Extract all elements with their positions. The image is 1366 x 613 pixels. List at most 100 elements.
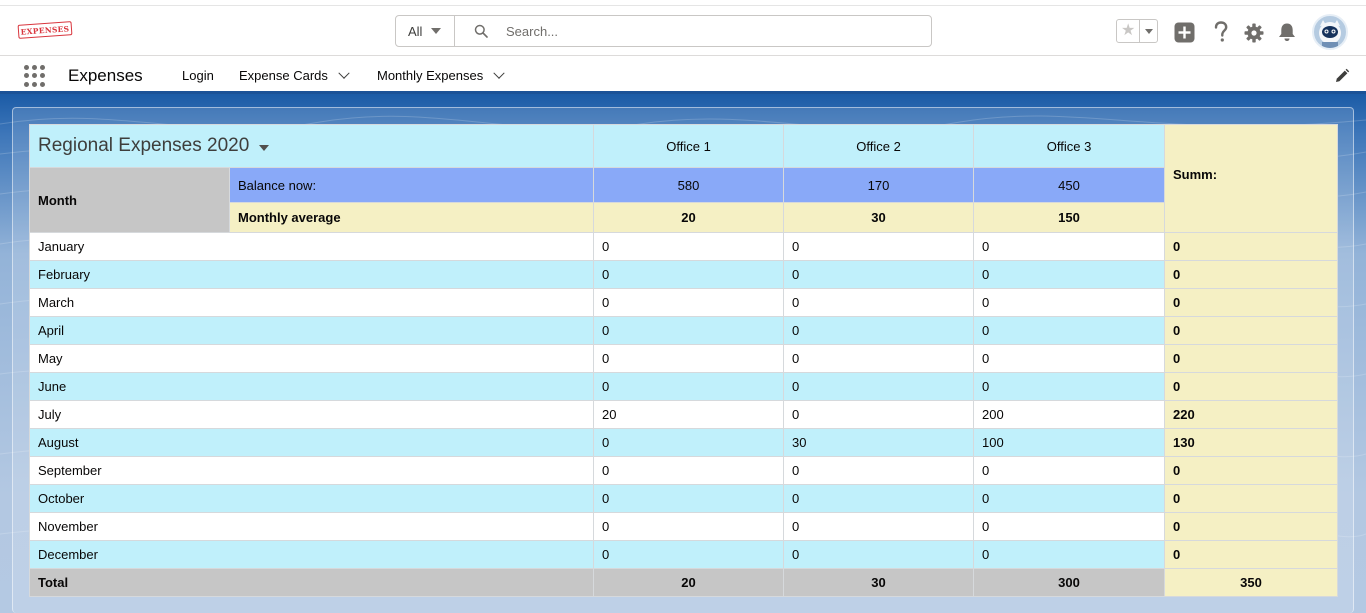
table-row: August 0 30 100 130 bbox=[28, 428, 1339, 457]
app-name: Expenses bbox=[68, 66, 143, 85]
expense-cell[interactable]: 20 bbox=[593, 400, 785, 429]
table-row: December 0 0 0 0 bbox=[28, 540, 1339, 569]
month-cell: May bbox=[28, 344, 595, 373]
expense-cell[interactable]: 0 bbox=[973, 372, 1166, 401]
help-icon[interactable] bbox=[1210, 21, 1232, 43]
table-row: June 0 0 0 0 bbox=[28, 372, 1339, 401]
expense-cell[interactable]: 0 bbox=[593, 456, 785, 485]
expense-cell[interactable]: 0 bbox=[593, 512, 785, 541]
average-value: 30 bbox=[783, 202, 975, 233]
average-value: 150 bbox=[973, 202, 1166, 233]
expense-cell[interactable]: 0 bbox=[783, 316, 975, 345]
sum-cell: 130 bbox=[1164, 428, 1339, 457]
expense-cell[interactable]: 0 bbox=[593, 260, 785, 289]
expense-cell[interactable]: 0 bbox=[593, 372, 785, 401]
table-title-label: Regional Expenses 2020 bbox=[38, 135, 250, 156]
expense-cell[interactable]: 0 bbox=[593, 316, 785, 345]
search-scope-dropdown[interactable]: All bbox=[396, 16, 455, 46]
month-cell: June bbox=[28, 372, 595, 401]
edit-pencil-icon[interactable] bbox=[1334, 68, 1350, 84]
sum-cell: 0 bbox=[1164, 456, 1339, 485]
expense-cell[interactable]: 0 bbox=[783, 484, 975, 513]
expense-cell[interactable]: 0 bbox=[973, 344, 1166, 373]
expense-cell[interactable]: 100 bbox=[973, 428, 1166, 457]
nav-item-monthly-expenses[interactable]: Monthly Expenses bbox=[377, 67, 505, 83]
sum-cell: 0 bbox=[1164, 232, 1339, 261]
search-input[interactable] bbox=[506, 16, 926, 46]
expense-cell[interactable]: 0 bbox=[593, 344, 785, 373]
table-row: July 20 0 200 220 bbox=[28, 400, 1339, 429]
user-avatar[interactable] bbox=[1312, 14, 1348, 50]
launcher-dot bbox=[32, 65, 37, 70]
total-row: Total 20 30 300 350 bbox=[28, 568, 1339, 597]
total-value: 30 bbox=[783, 568, 975, 597]
expense-cell[interactable]: 200 bbox=[973, 400, 1166, 429]
sum-cell: 220 bbox=[1164, 400, 1339, 429]
chevron-down-icon[interactable] bbox=[493, 67, 505, 79]
expense-cell[interactable]: 0 bbox=[783, 400, 975, 429]
expense-cell[interactable]: 0 bbox=[973, 540, 1166, 569]
month-header: Month bbox=[29, 167, 230, 233]
app-launcher-icon[interactable] bbox=[24, 65, 46, 87]
table-row: February 0 0 0 0 bbox=[28, 260, 1339, 289]
table-row: May 0 0 0 0 bbox=[28, 344, 1339, 373]
expense-cell[interactable]: 0 bbox=[783, 260, 975, 289]
nav-item-label: Login bbox=[182, 68, 214, 83]
bell-icon-svg bbox=[1279, 23, 1295, 41]
expense-cell[interactable]: 30 bbox=[783, 428, 975, 457]
expense-cell[interactable]: 0 bbox=[973, 260, 1166, 289]
launcher-dot bbox=[32, 73, 37, 79]
month-cell: September bbox=[28, 456, 595, 485]
expense-cell[interactable]: 0 bbox=[783, 540, 975, 569]
total-label: Total bbox=[28, 568, 595, 597]
nav-item-label: Monthly Expenses bbox=[377, 68, 484, 83]
expenses-logo[interactable]: EXPENSES bbox=[17, 21, 73, 39]
favorites-menu-button[interactable] bbox=[1140, 20, 1157, 42]
nav-item-label: Expense Cards bbox=[239, 68, 328, 83]
table-title[interactable]: Regional Expenses 2020 bbox=[38, 135, 585, 157]
add-icon[interactable] bbox=[1173, 21, 1195, 43]
expense-cell[interactable]: 0 bbox=[593, 540, 785, 569]
month-cell: July bbox=[28, 400, 595, 429]
summ-header: Summ: bbox=[1164, 124, 1339, 233]
launcher-dot bbox=[40, 81, 45, 87]
launcher-dot bbox=[40, 73, 45, 79]
month-cell: August bbox=[28, 428, 595, 457]
table-row: October 0 0 0 0 bbox=[28, 484, 1339, 513]
notification-bell-icon[interactable] bbox=[1276, 21, 1298, 43]
expense-cell[interactable]: 0 bbox=[783, 372, 975, 401]
expense-cell[interactable]: 0 bbox=[783, 344, 975, 373]
expense-cell[interactable]: 0 bbox=[593, 288, 785, 317]
expense-cell[interactable]: 0 bbox=[973, 288, 1166, 317]
total-value: 20 bbox=[593, 568, 785, 597]
balance-row: Month Balance now: 580 170 450 bbox=[29, 167, 1338, 233]
expense-cell[interactable]: 0 bbox=[973, 484, 1166, 513]
caret-down-icon[interactable] bbox=[259, 144, 270, 151]
expense-cell[interactable]: 0 bbox=[973, 316, 1166, 345]
expense-cell[interactable]: 0 bbox=[783, 232, 975, 261]
table-row: September 0 0 0 0 bbox=[28, 456, 1339, 485]
expense-cell[interactable]: 0 bbox=[973, 512, 1166, 541]
expense-cell[interactable]: 0 bbox=[593, 484, 785, 513]
favorite-star-icon[interactable]: ★ bbox=[1117, 20, 1141, 42]
expense-cell[interactable]: 0 bbox=[783, 456, 975, 485]
gear-icon-svg bbox=[1244, 23, 1264, 43]
table-title-cell: Regional Expenses 2020 bbox=[28, 124, 595, 168]
month-cell: November bbox=[28, 512, 595, 541]
average-value: 20 bbox=[593, 202, 785, 233]
expense-cell[interactable]: 0 bbox=[973, 232, 1166, 261]
nav-item-login[interactable]: Login bbox=[182, 68, 214, 83]
setup-gear-icon[interactable] bbox=[1243, 22, 1265, 44]
expense-cell[interactable]: 0 bbox=[783, 512, 975, 541]
sum-cell: 0 bbox=[1164, 260, 1339, 289]
expense-cell[interactable]: 0 bbox=[593, 428, 785, 457]
expense-cell[interactable]: 0 bbox=[973, 456, 1166, 485]
month-cell: October bbox=[28, 484, 595, 513]
app-nav-bar: Expenses Login Expense Cards Monthly Exp… bbox=[0, 57, 1366, 94]
sum-cell: 0 bbox=[1164, 316, 1339, 345]
expense-cell[interactable]: 0 bbox=[593, 232, 785, 261]
launcher-dot bbox=[24, 73, 29, 79]
expense-cell[interactable]: 0 bbox=[783, 288, 975, 317]
chevron-down-icon[interactable] bbox=[338, 67, 350, 79]
nav-item-expense-cards[interactable]: Expense Cards bbox=[239, 67, 350, 83]
